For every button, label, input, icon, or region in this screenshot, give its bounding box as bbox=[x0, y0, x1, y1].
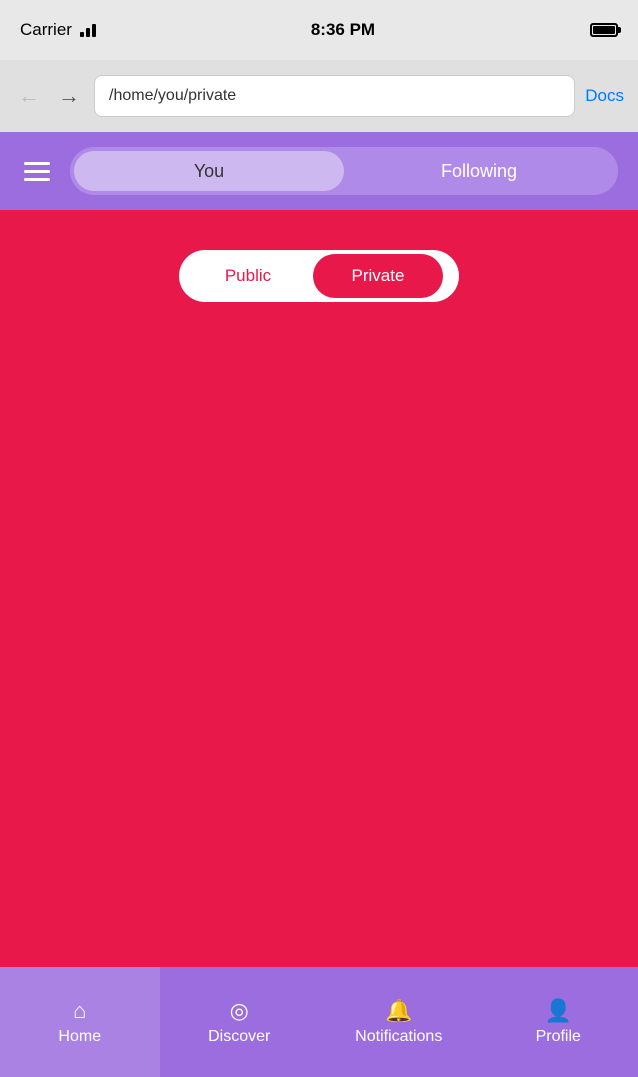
status-time: 8:36 PM bbox=[311, 20, 375, 40]
you-tab[interactable]: You bbox=[74, 151, 344, 191]
nav-home-label: Home bbox=[58, 1028, 101, 1046]
nav-profile-label: Profile bbox=[536, 1028, 581, 1046]
hamburger-line-2 bbox=[24, 170, 50, 173]
bottom-nav: ⌂ Home ◎ Discover 🔔 Notifications 👤 Prof… bbox=[0, 967, 638, 1077]
nav-profile[interactable]: 👤 Profile bbox=[479, 967, 638, 1077]
browser-bar: ← → /home/you/private Docs bbox=[0, 60, 638, 132]
nav-notifications-label: Notifications bbox=[355, 1028, 442, 1046]
main-tab-switcher: You Following bbox=[70, 147, 618, 195]
status-left: Carrier bbox=[20, 20, 96, 40]
top-nav: You Following bbox=[0, 132, 638, 210]
back-button[interactable]: ← bbox=[14, 79, 44, 113]
hamburger-button[interactable] bbox=[20, 158, 54, 185]
url-text: /home/you/private bbox=[109, 87, 236, 105]
app-container: You Following Public Private ⌂ Home ◎ Di… bbox=[0, 132, 638, 1077]
notifications-icon: 🔔 bbox=[385, 998, 412, 1024]
battery-fill bbox=[593, 26, 615, 34]
private-tab[interactable]: Private bbox=[313, 254, 443, 298]
url-bar[interactable]: /home/you/private bbox=[94, 75, 575, 117]
profile-icon: 👤 bbox=[545, 998, 572, 1024]
wifi-icon bbox=[80, 24, 96, 37]
hamburger-line-1 bbox=[24, 162, 50, 165]
following-tab[interactable]: Following bbox=[344, 151, 614, 191]
status-bar: Carrier 8:36 PM bbox=[0, 0, 638, 60]
carrier-label: Carrier bbox=[20, 20, 72, 40]
public-tab[interactable]: Public bbox=[183, 254, 313, 298]
docs-button[interactable]: Docs bbox=[585, 86, 624, 106]
nav-home[interactable]: ⌂ Home bbox=[0, 967, 160, 1077]
home-icon: ⌂ bbox=[73, 998, 86, 1024]
status-right bbox=[590, 23, 618, 37]
nav-discover-label: Discover bbox=[208, 1028, 270, 1046]
battery-icon bbox=[590, 23, 618, 37]
hamburger-line-3 bbox=[24, 178, 50, 181]
forward-button[interactable]: → bbox=[54, 79, 84, 113]
nav-notifications[interactable]: 🔔 Notifications bbox=[319, 967, 479, 1077]
nav-discover[interactable]: ◎ Discover bbox=[160, 967, 320, 1077]
discover-icon: ◎ bbox=[230, 998, 249, 1024]
main-content: Public Private bbox=[0, 210, 638, 967]
sub-tab-switcher: Public Private bbox=[179, 250, 459, 302]
